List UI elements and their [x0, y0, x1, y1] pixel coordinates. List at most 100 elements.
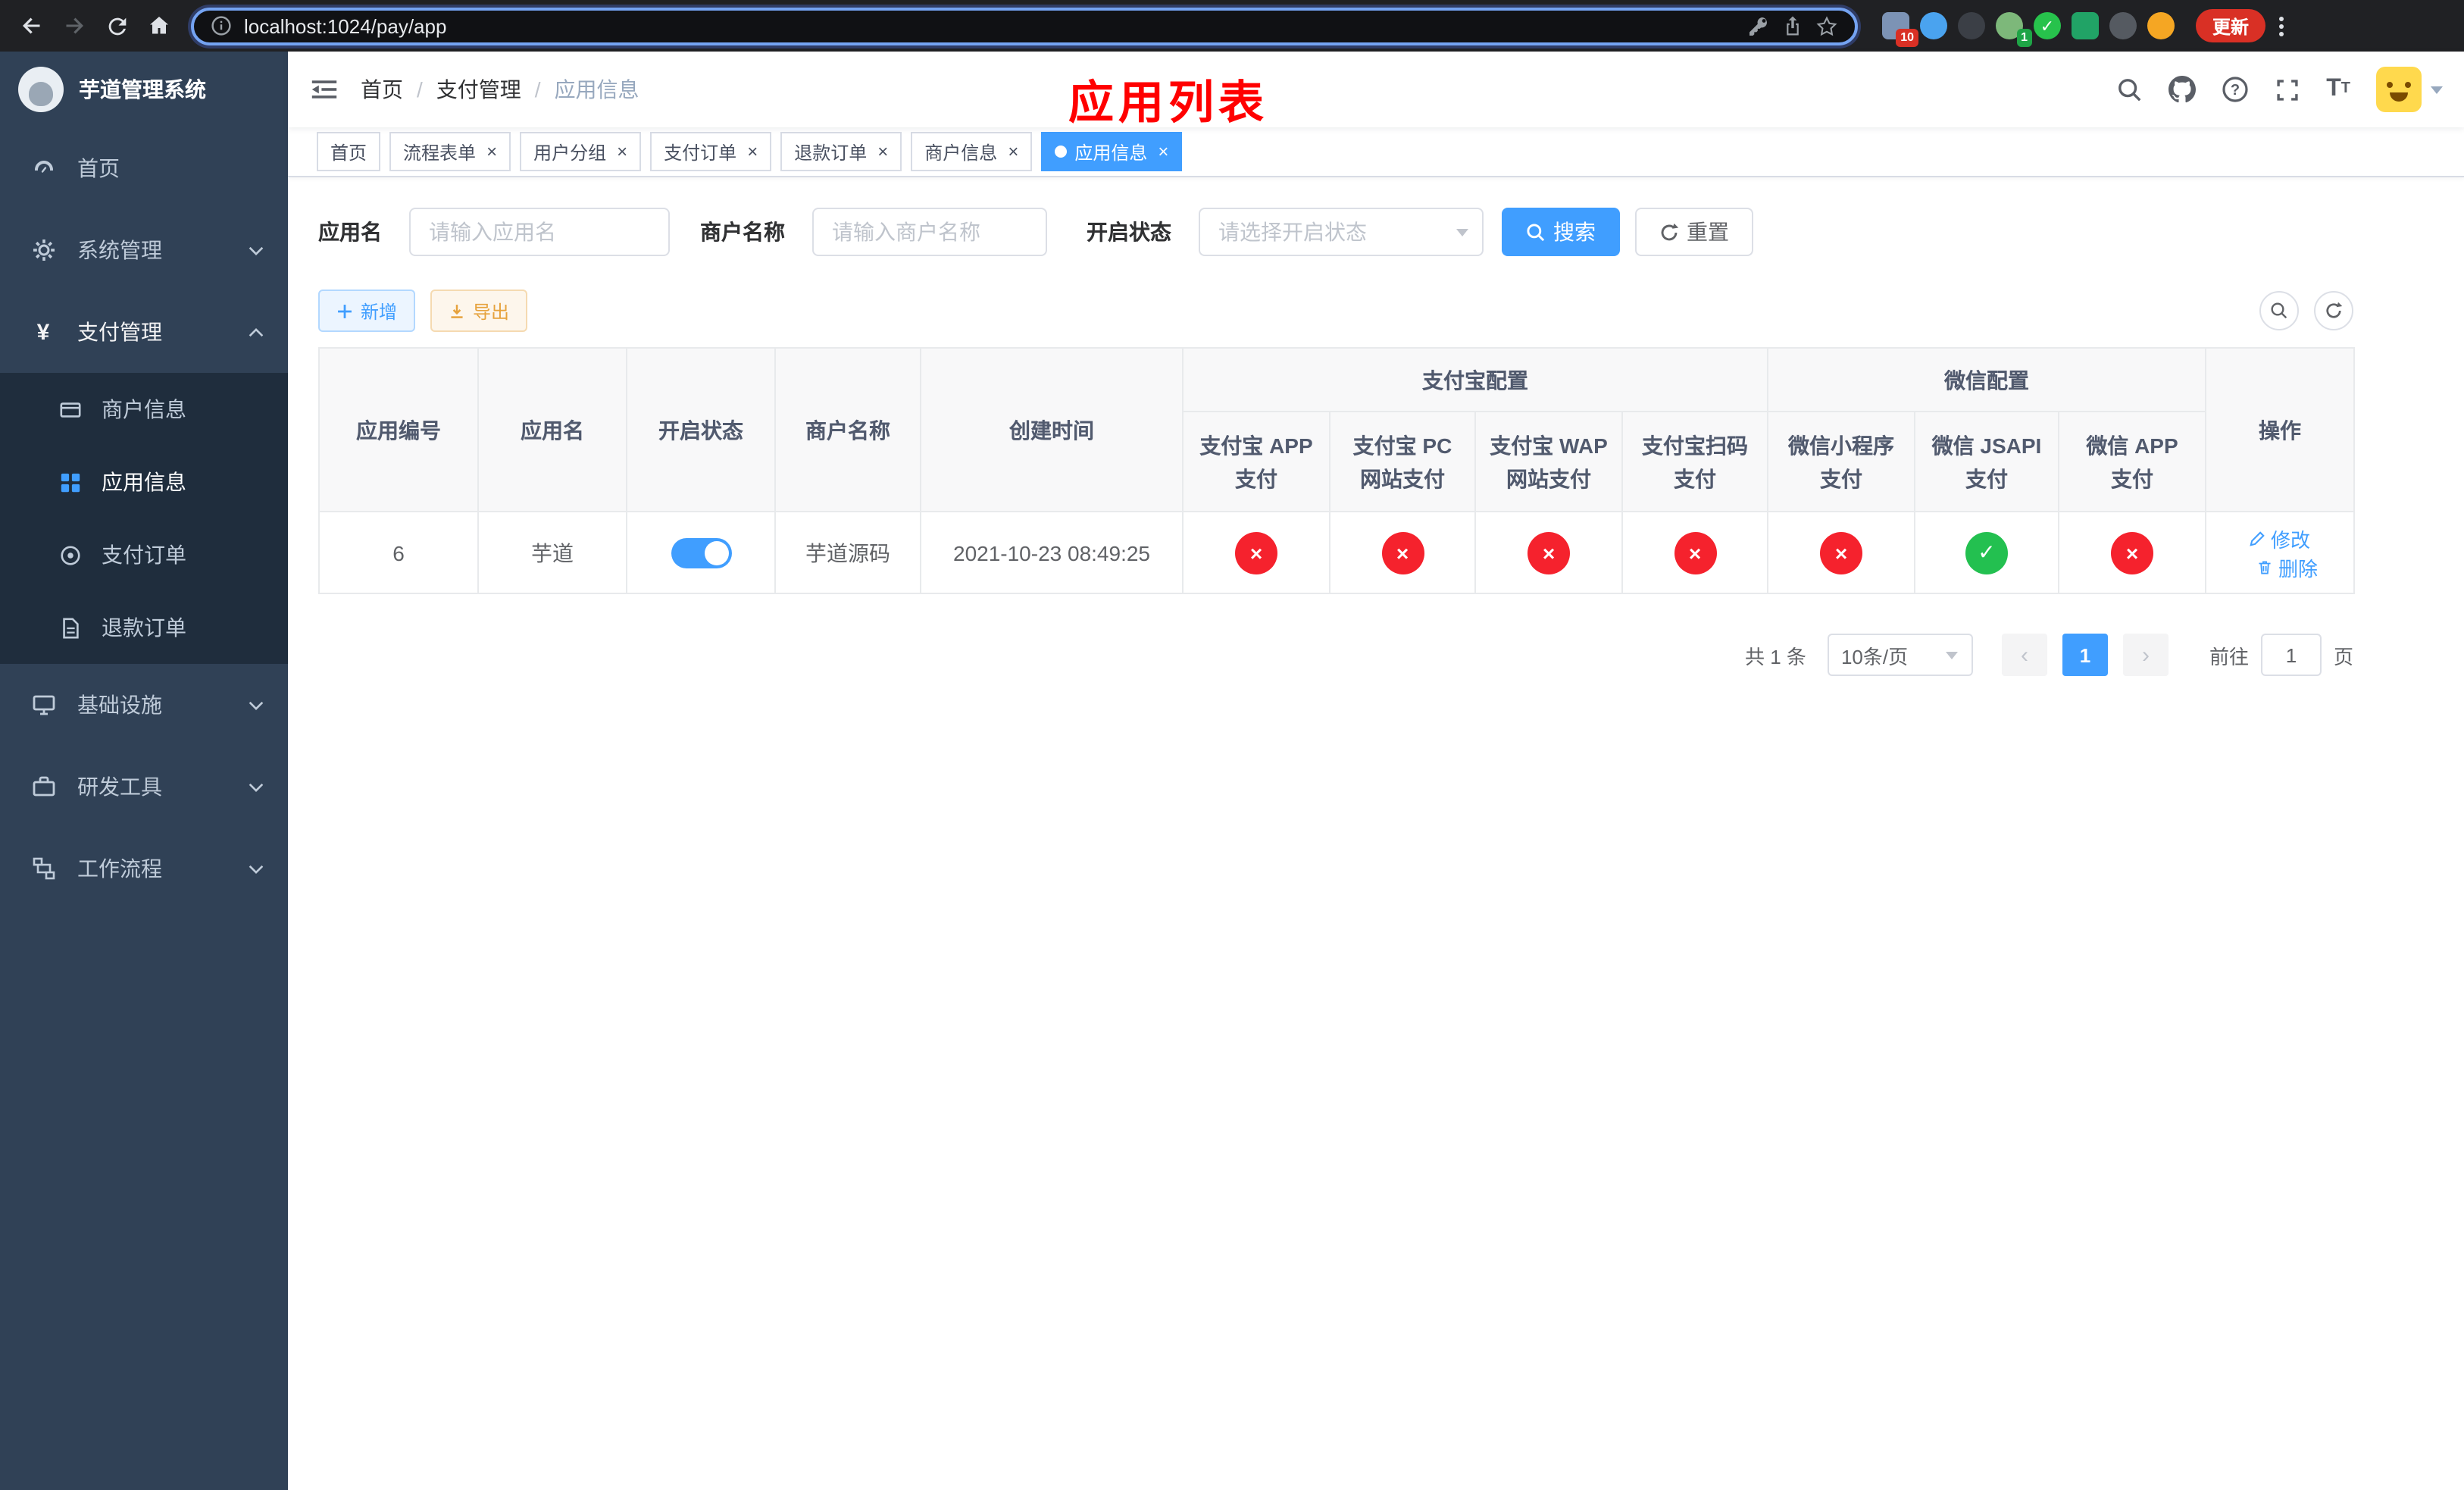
- tab-label: 应用信息: [1074, 142, 1148, 163]
- browser-reload-icon[interactable]: [97, 6, 136, 45]
- sidebar-item-label: 支付订单: [102, 543, 186, 567]
- delete-button[interactable]: 删除: [2257, 552, 2318, 581]
- sidebar-item-label: 退款订单: [102, 615, 186, 640]
- share-icon[interactable]: [1782, 15, 1803, 36]
- toggle-search-icon[interactable]: [2259, 291, 2299, 330]
- sidebar-logo[interactable]: 芋道管理系统: [0, 52, 288, 127]
- hamburger-icon[interactable]: [288, 77, 361, 102]
- breadcrumb-home[interactable]: 首页: [361, 74, 403, 105]
- goto-page-input[interactable]: [2260, 634, 2322, 676]
- tab-close-icon[interactable]: ×: [1008, 142, 1018, 161]
- bookmark-star-icon[interactable]: [1815, 14, 1838, 37]
- tab-refund-order[interactable]: 退款订单 ×: [780, 132, 902, 171]
- github-icon[interactable]: [2169, 76, 2197, 103]
- password-key-icon[interactable]: [1747, 14, 1770, 37]
- tab-payment-order[interactable]: 支付订单 ×: [650, 132, 772, 171]
- status-select[interactable]: 请选择开启状态: [1199, 208, 1484, 256]
- svg-text:?: ?: [2231, 82, 2240, 99]
- extension-icon-6[interactable]: [2072, 12, 2099, 39]
- cell-actions: 修改 删除: [2205, 511, 2355, 594]
- extension-icon-8[interactable]: [2147, 12, 2175, 39]
- tab-user-group[interactable]: 用户分组 ×: [520, 132, 642, 171]
- sidebar-item-refund-order[interactable]: 退款订单: [0, 591, 288, 664]
- user-menu[interactable]: [2376, 67, 2443, 112]
- tab-process-form[interactable]: 流程表单 ×: [389, 132, 511, 171]
- address-bar[interactable]: localhost:1024/pay/app: [191, 7, 1858, 45]
- search-button[interactable]: 搜索: [1502, 208, 1620, 256]
- tab-app-info[interactable]: 应用信息 ×: [1041, 132, 1183, 171]
- tab-label: 流程表单: [403, 142, 477, 163]
- col-header-wechat-mini: 微信小程序支付: [1767, 411, 1915, 512]
- sidebar-item-infra[interactable]: 基础设施: [0, 664, 288, 746]
- search-icon[interactable]: [2117, 77, 2143, 102]
- page-size-select[interactable]: 10条/页: [1827, 634, 1973, 676]
- col-group-wechat: 微信配置: [1767, 347, 2206, 412]
- sidebar-item-app-info[interactable]: 应用信息: [0, 446, 288, 518]
- table-toolbar: 新增 导出: [318, 290, 2353, 332]
- sidebar-item-merchant-info[interactable]: 商户信息: [0, 373, 288, 446]
- main-area: 首页 / 支付管理 / 应用信息 应用列表 ? T T 首页 流程表单 × 用户…: [288, 52, 2464, 1490]
- browser-toolbar: localhost:1024/pay/app 10 1 ✓ 更新: [0, 0, 2464, 52]
- reset-button[interactable]: 重置: [1635, 208, 1753, 256]
- cell-app-name: 芋道: [477, 511, 627, 594]
- sidebar-item-home[interactable]: 首页: [0, 127, 288, 209]
- browser-back-icon[interactable]: [12, 6, 52, 45]
- sidebar-item-label: 基础设施: [77, 693, 162, 717]
- tab-close-icon[interactable]: ×: [747, 142, 758, 161]
- prev-page-button[interactable]: ‹: [2001, 634, 2047, 676]
- browser-home-icon[interactable]: [139, 6, 179, 45]
- status-toggle[interactable]: [671, 537, 731, 568]
- refresh-icon[interactable]: [2314, 291, 2353, 330]
- alipay-wap-status-icon: ×: [1527, 531, 1570, 574]
- app-table: 应用编号 应用名 开启状态 商户名称 创建时间 支付宝配置 微信配置 操作 支付…: [318, 347, 2355, 594]
- edit-button[interactable]: 修改: [2250, 524, 2310, 552]
- chevron-up-icon: [249, 327, 264, 337]
- tab-close-icon[interactable]: ×: [617, 142, 627, 161]
- gear-icon: [30, 237, 56, 263]
- extension-icon-4[interactable]: 1: [1996, 12, 2032, 47]
- browser-update-button[interactable]: 更新: [2196, 9, 2266, 42]
- col-header-wechat-jsapi: 微信 JSAPI 支付: [1914, 411, 2059, 512]
- browser-menu-icon[interactable]: [2269, 16, 2294, 36]
- help-icon[interactable]: ?: [2222, 76, 2249, 103]
- sidebar-item-payment-order[interactable]: 支付订单: [0, 518, 288, 591]
- breadcrumb-separator: /: [534, 77, 541, 102]
- col-group-alipay: 支付宝配置: [1182, 347, 1768, 412]
- extension-icon-5[interactable]: ✓: [2034, 12, 2061, 39]
- extension-pin-icon[interactable]: [2109, 12, 2137, 39]
- col-header-alipay-qr: 支付宝扫码支付: [1621, 411, 1768, 512]
- avatar[interactable]: [2376, 67, 2422, 112]
- wechat-jsapi-status-icon: ✓: [1965, 531, 2008, 574]
- chevron-down-icon: [249, 245, 264, 255]
- add-button[interactable]: 新增: [318, 290, 416, 332]
- col-header-create-time: 创建时间: [920, 347, 1184, 512]
- tab-close-icon[interactable]: ×: [486, 142, 497, 161]
- tab-close-icon[interactable]: ×: [1158, 142, 1168, 161]
- tab-home[interactable]: 首页: [317, 132, 381, 171]
- sidebar-item-system[interactable]: 系统管理: [0, 209, 288, 291]
- extension-icon-3[interactable]: [1958, 12, 1985, 39]
- fullscreen-icon[interactable]: [2275, 77, 2300, 102]
- next-page-button[interactable]: ›: [2122, 634, 2169, 676]
- sidebar-item-workflow[interactable]: 工作流程: [0, 828, 288, 909]
- grid-icon: [58, 469, 83, 495]
- sidebar-item-payment[interactable]: ¥ 支付管理: [0, 291, 288, 373]
- tab-label: 首页: [330, 142, 367, 163]
- extension-icon-2[interactable]: [1920, 12, 1947, 39]
- app-name-input[interactable]: [409, 208, 670, 256]
- tab-close-icon[interactable]: ×: [877, 142, 888, 161]
- tags-view: 首页 流程表单 × 用户分组 × 支付订单 × 退款订单 × 商户信息 × 应用…: [288, 127, 2464, 177]
- font-size-icon[interactable]: TT: [2326, 77, 2350, 102]
- export-button[interactable]: 导出: [430, 290, 528, 332]
- extension-icon-1[interactable]: 10: [1882, 12, 1918, 47]
- breadcrumb-payment[interactable]: 支付管理: [436, 74, 521, 105]
- sidebar-item-label: 首页: [77, 156, 120, 180]
- url-text[interactable]: localhost:1024/pay/app: [244, 14, 1735, 37]
- page-number-1[interactable]: 1: [2062, 634, 2108, 676]
- merchant-name-input[interactable]: [812, 208, 1047, 256]
- chevron-down-icon: [249, 863, 264, 874]
- site-info-icon[interactable]: [211, 15, 232, 36]
- tab-merchant-info[interactable]: 商户信息 ×: [911, 132, 1033, 171]
- sidebar-item-devtools[interactable]: 研发工具: [0, 746, 288, 828]
- browser-forward-icon[interactable]: [55, 6, 94, 45]
